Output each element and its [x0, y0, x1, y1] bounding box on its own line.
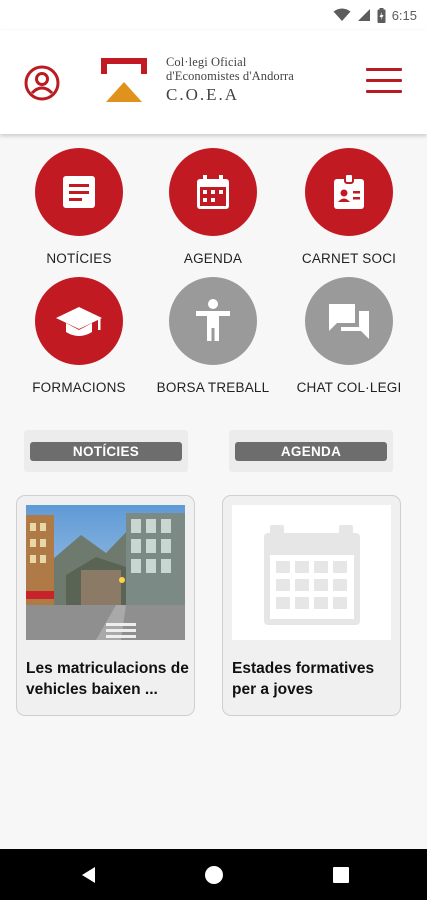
profile-icon [24, 65, 60, 101]
tile-label-agenda: AGENDA [183, 251, 243, 266]
org-name-line2: d'Economistes d'Andorra [166, 69, 294, 83]
org-acronym: C.O.E.A [166, 85, 240, 104]
profile-button[interactable] [22, 63, 62, 103]
section-label-news: NOTÍCIES [30, 442, 182, 461]
news-card[interactable]: Les matriculacions de vehicles baixen ..… [16, 495, 195, 716]
home-button[interactable] [202, 863, 226, 887]
graduation-cap-icon [35, 277, 123, 365]
agenda-card-title: Estades formatives per a joves [232, 660, 375, 698]
org-name: Col·legi Oficial d'Economistes d'Andorra… [166, 55, 294, 106]
recents-button[interactable] [329, 863, 353, 887]
wifi-icon [333, 8, 351, 21]
tile-agenda[interactable]: AGENDA [143, 148, 283, 266]
status-time: 6:15 [391, 7, 417, 23]
org-name-line1: Col·legi Oficial [166, 55, 247, 69]
section-header-news: NOTÍCIES [24, 430, 188, 472]
section-label-agenda: AGENDA [235, 442, 387, 461]
logo [99, 56, 149, 104]
section-header-agenda: AGENDA [229, 430, 393, 472]
tile-formacions[interactable]: FORMACIONS [9, 277, 149, 395]
tile-label-formacions: FORMACIONS [32, 380, 126, 395]
tile-noticies[interactable]: NOTÍCIES [9, 148, 149, 266]
status-bar: 6:15 [0, 0, 427, 30]
back-icon [82, 867, 95, 883]
news-card-title: Les matriculacions de vehicles baixen ..… [26, 660, 189, 698]
calendar-icon [169, 148, 257, 236]
tile-borsa-treball[interactable]: BORSA TREBALL [143, 277, 283, 395]
tile-carnet-soci[interactable]: CARNET SOCI [279, 148, 419, 266]
hamburger-menu-button[interactable] [366, 68, 402, 98]
person-icon [169, 277, 257, 365]
tile-label-carnet-soci: CARNET SOCI [301, 251, 397, 266]
app-header: Col·legi Oficial d'Economistes d'Andorra… [0, 30, 427, 134]
tile-label-borsa-treball: BORSA TREBALL [156, 380, 270, 395]
tile-chat-collegi[interactable]: CHAT COL·LEGI [279, 277, 419, 395]
calendar-placeholder-icon [232, 505, 391, 640]
hamburger-menu-icon [366, 68, 402, 93]
tile-label-chat-collegi: CHAT COL·LEGI [296, 380, 402, 395]
news-photo [26, 505, 185, 640]
system-nav-bar [0, 849, 427, 900]
news-icon [35, 148, 123, 236]
recents-icon [333, 867, 349, 883]
chat-icon [305, 277, 393, 365]
agenda-card[interactable]: Estades formatives per a joves [222, 495, 401, 716]
battery-icon [377, 7, 386, 23]
tile-label-noticies: NOTÍCIES [46, 251, 112, 266]
back-button[interactable] [77, 863, 101, 887]
signal-icon [357, 9, 370, 21]
logo-icon [101, 58, 147, 102]
home-icon [205, 866, 223, 884]
id-card-icon [305, 148, 393, 236]
